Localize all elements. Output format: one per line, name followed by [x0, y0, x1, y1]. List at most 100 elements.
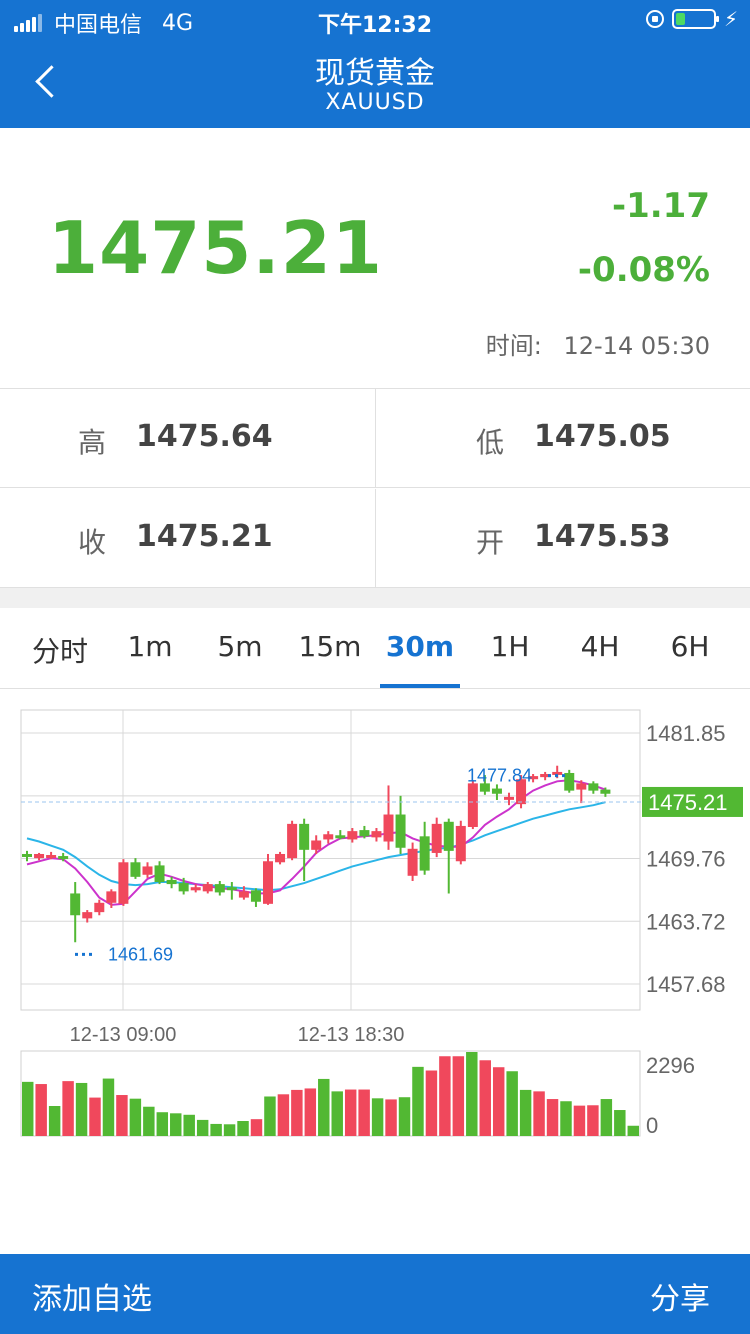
min-price-label: 1461.69 [108, 944, 173, 964]
tab-1m[interactable]: 1m [105, 630, 195, 663]
volume-bar [358, 1089, 370, 1136]
volume-bar [89, 1097, 101, 1136]
candle-body [419, 836, 430, 871]
candle-body [275, 853, 286, 863]
volume-bars [22, 1052, 639, 1136]
stat-label: 低 [476, 426, 505, 459]
volume-bar [156, 1112, 169, 1136]
quote-panel: 1475.21 -1.17 -0.08% 时间: 12-14 05:30 [0, 128, 750, 388]
volume-bar [304, 1088, 317, 1136]
volume-tick-label: 0 [646, 1113, 658, 1138]
candle-body [323, 834, 334, 840]
stat-high: 高 1475.64 [0, 389, 375, 488]
charging-icon: ⚡ [723, 7, 738, 31]
quote-time-label: 时间: [485, 332, 542, 360]
volume-bar [479, 1060, 491, 1136]
volume-bar [587, 1105, 599, 1136]
candle-body [564, 772, 575, 791]
volume-bar [425, 1070, 438, 1136]
tab-15m[interactable]: 15m [285, 630, 375, 663]
candle-body [347, 831, 358, 840]
page-title: 现货黄金 [315, 56, 435, 91]
volume-bar [412, 1066, 424, 1136]
volume-bar [546, 1099, 559, 1136]
tab-1h[interactable]: 1H [465, 630, 555, 663]
candle-body [600, 789, 611, 794]
volume-bar [143, 1106, 155, 1136]
stat-label: 收 [78, 526, 107, 559]
candle-body [190, 887, 201, 891]
candle-body [287, 823, 298, 859]
volume-bar [250, 1119, 263, 1136]
share-button[interactable]: 分享 [650, 1274, 710, 1318]
y-tick-label: 1463.72 [646, 909, 726, 934]
status-bar: 中国电信 4G 下午12:32 ⚡ [0, 0, 750, 40]
volume-bar [223, 1124, 236, 1136]
candle-body [383, 814, 394, 842]
volume-bar [183, 1114, 195, 1136]
y-tick-label: 1481.85 [646, 721, 726, 746]
volume-bar [533, 1091, 545, 1136]
stat-label: 高 [78, 426, 107, 459]
candle-body [154, 865, 165, 883]
x-tick-label: 12-13 09:00 [70, 1024, 177, 1046]
tab-5m[interactable]: 5m [195, 630, 285, 663]
kline-chart[interactable]: 1475.21 1477.84 1461.69 1481.851469.7614… [0, 690, 750, 1150]
volume-axis-labels: 2296 0 [646, 1053, 695, 1138]
volume-bar [371, 1098, 384, 1136]
candle-body [22, 853, 32, 857]
candle-body [70, 893, 81, 916]
stat-value: 1475.21 [136, 519, 273, 554]
volume-bar [129, 1098, 142, 1136]
candle-body [504, 796, 514, 800]
volume-bar [385, 1099, 397, 1136]
volume-bar [614, 1110, 626, 1136]
candle-body [263, 861, 273, 904]
add-watchlist-button[interactable]: 添加自选 [32, 1274, 152, 1318]
volume-bar [318, 1078, 330, 1136]
volume-bar [627, 1125, 639, 1136]
quote-time: 时间: 12-14 05:30 [486, 326, 710, 361]
volume-bar [62, 1081, 74, 1136]
stat-value: 1475.05 [534, 419, 671, 454]
volume-bar [573, 1105, 586, 1136]
stat-open: 开 1475.53 [375, 489, 750, 588]
section-divider [0, 588, 750, 608]
volume-bar [264, 1096, 276, 1136]
bottom-bar: 添加自选 分享 [0, 1254, 750, 1334]
tab-4h[interactable]: 4H [555, 630, 645, 663]
tab-30m[interactable]: 30m [375, 630, 465, 663]
candle-body [588, 783, 599, 791]
volume-bar [492, 1067, 505, 1136]
candle-body [395, 814, 406, 848]
volume-bar [506, 1071, 518, 1136]
volume-bar [102, 1078, 115, 1136]
battery-icon [671, 9, 719, 29]
stat-low: 低 1475.05 [375, 389, 750, 488]
symbol-code: XAUUSD [325, 90, 425, 115]
candle-body [491, 788, 502, 794]
candle-body [118, 862, 129, 904]
candle-body [46, 855, 57, 859]
volume-bar [344, 1089, 357, 1136]
volume-bar [75, 1082, 88, 1136]
stat-value: 1475.64 [136, 419, 273, 454]
clock: 下午12:32 [317, 13, 433, 38]
time-axis-labels: 12-13 09:00 12-13 18:30 [70, 1024, 405, 1046]
candle-body [106, 891, 117, 903]
candle-body [130, 862, 141, 877]
x-tick-label: 12-13 18:30 [298, 1024, 405, 1046]
candle-body [299, 823, 310, 850]
candle-body [443, 821, 454, 851]
volume-bar [331, 1091, 343, 1136]
volume-bar [519, 1089, 532, 1136]
price-axis-labels: 1481.85 1469.76 1463.72 1457.68 [646, 721, 726, 997]
volume-bar [22, 1081, 34, 1136]
candle-body [202, 884, 213, 892]
tab-6h[interactable]: 6H [645, 630, 735, 663]
period-tabs: 分时 1m 5m 15m 30m 1H 4H 6H [0, 608, 750, 689]
tab-timeshare[interactable]: 分时 [15, 630, 105, 670]
candle-body [94, 902, 105, 913]
volume-bar [600, 1099, 613, 1136]
volume-bar [237, 1121, 249, 1136]
